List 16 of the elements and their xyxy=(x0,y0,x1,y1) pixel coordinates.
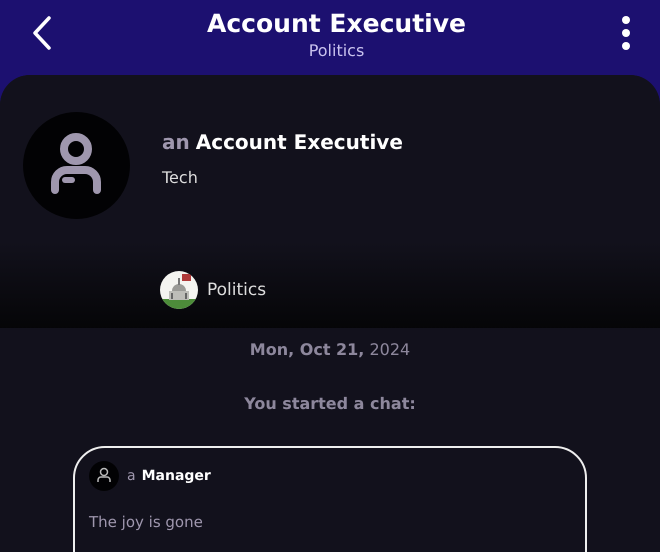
message-card[interactable]: a Manager The joy is gone xyxy=(73,446,587,552)
author-name: Manager xyxy=(142,468,211,484)
more-icon[interactable] xyxy=(621,14,631,50)
community-link[interactable]: Politics xyxy=(207,280,266,300)
avatar-icon[interactable] xyxy=(23,112,130,219)
chat-subtitle: Politics xyxy=(308,40,364,62)
message-text: The joy is gone xyxy=(89,513,204,531)
chat-date: Mon, Oct 21, 2024 xyxy=(248,340,412,359)
chat-title: Account Executive xyxy=(207,8,466,40)
profile-name: Account Executive xyxy=(196,130,403,154)
industry-label: Tech xyxy=(162,168,199,187)
chat-event: You started a chat: xyxy=(243,394,417,413)
name-article: an xyxy=(162,130,190,154)
author-article: a xyxy=(127,468,136,484)
author-avatar-icon xyxy=(89,461,119,491)
back-icon[interactable] xyxy=(32,16,52,50)
